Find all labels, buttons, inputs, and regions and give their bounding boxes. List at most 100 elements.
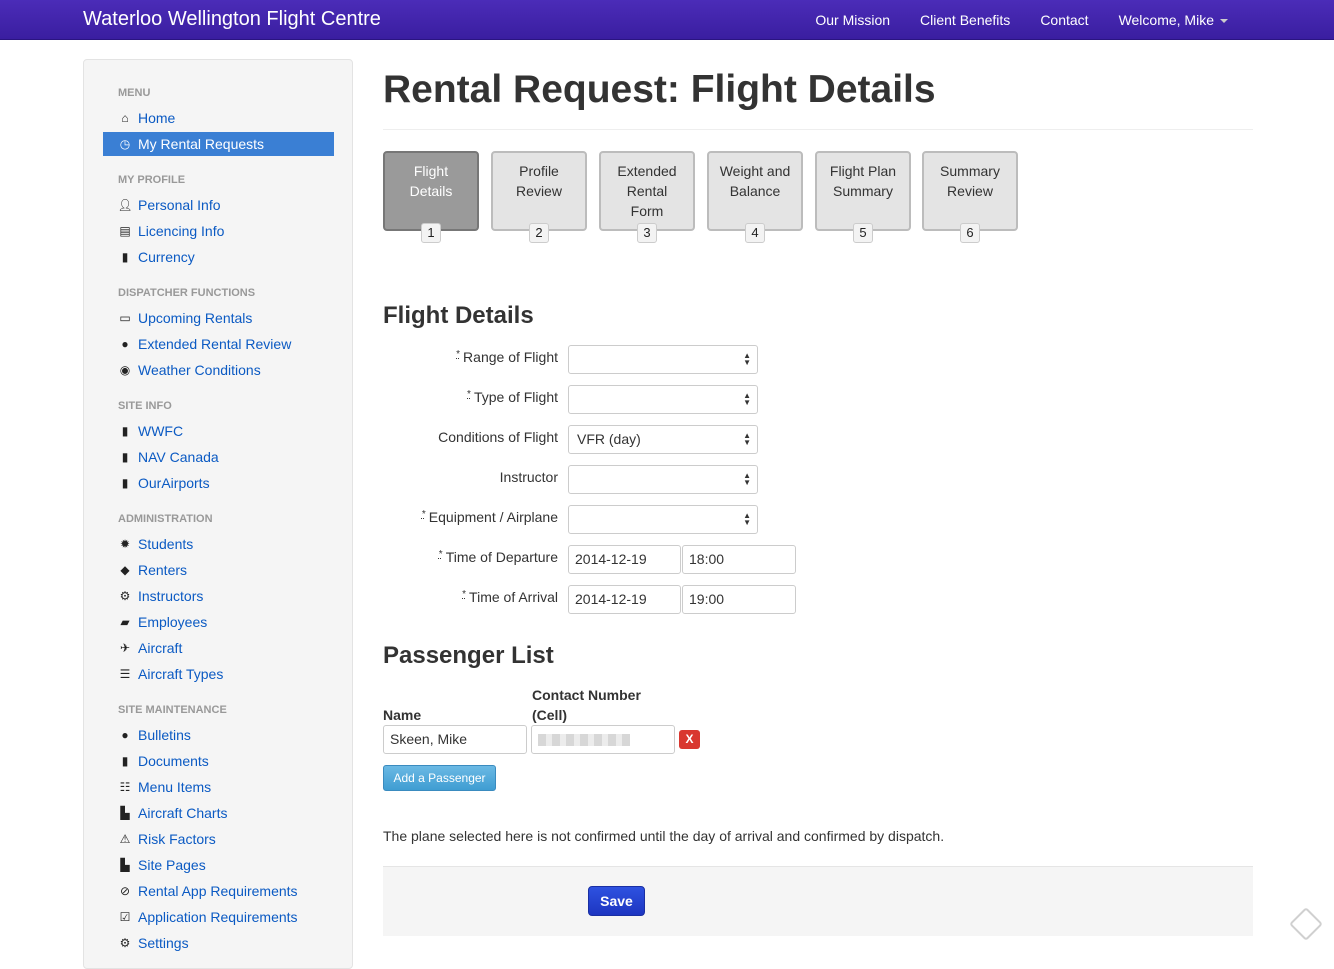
step-label-line: Balance [729,183,781,199]
step-label-line: Extended [617,163,677,179]
file-icon: ▙ [120,858,130,872]
sidebar-item-aircraft-charts[interactable]: ▙ Aircraft Charts [118,801,227,825]
redacted-phone [538,734,630,746]
sidebar-item-aircraft[interactable]: ✈ Aircraft [118,636,182,660]
sidebar-item-home[interactable]: ⌂ Home [118,106,175,130]
arrival-date-input[interactable]: 2014-12-19 [568,585,681,614]
certificate-icon: ✹ [119,537,131,551]
step-label-line: Summary [940,163,1000,179]
sidebar-item-documents[interactable]: ▮ Documents [118,749,209,773]
wizard-step-flight-plan-summary[interactable]: Flight Plan Summary 5 [815,151,911,243]
add-passenger-button[interactable]: Add a Passenger [383,765,496,791]
sidebar-item-nav-canada[interactable]: ▮ NAV Canada [118,445,219,469]
wizard-step-weight-and-balance[interactable]: Weight and Balance 4 [707,151,803,243]
departure-date-input[interactable]: 2014-12-19 [568,545,681,574]
required-marker: * [456,349,461,360]
step-label-line: Review [516,183,562,199]
sidebar-item-label: Extended Rental Review [138,336,292,352]
step-label-line: Summary [833,183,893,199]
sidebar-item-my-rental-requests[interactable]: ◷ My Rental Requests [103,132,334,156]
label-text: Time of Departure [445,549,558,565]
step-number: 4 [745,223,765,243]
conditions-of-flight-select[interactable]: VFR (day) ▲ ▼ [568,425,758,454]
title-divider [383,129,1253,130]
remove-passenger-button[interactable]: X [679,730,700,749]
step-label-line: Details [409,183,453,199]
sidebar-item-label: Upcoming Rentals [138,310,253,326]
save-button[interactable]: Save [588,886,645,916]
passenger-contact-input[interactable] [531,725,675,754]
sidebar-item-licencing-info[interactable]: ▤ Licencing Info [118,219,224,243]
sidebar-item-site-pages[interactable]: ▙ Site Pages [118,853,205,877]
select-arrows-icon: ▲ ▼ [743,471,751,487]
user-menu[interactable]: Welcome, Mike [1119,12,1228,28]
sidebar-item-employees[interactable]: ▰ Employees [118,610,207,634]
sidebar-item-upcoming-rentals[interactable]: ▭ Upcoming Rentals [118,306,252,330]
select-arrows-icon: ▲ ▼ [743,351,751,367]
instructor-select[interactable]: ▲ ▼ [568,465,758,494]
sidebar-item-label: WWFC [138,423,184,439]
plane-icon: ✈ [119,641,131,655]
sidebar-item-instructors[interactable]: ⚙ Instructors [118,584,204,608]
wizard-step-extended-rental-form[interactable]: Extended Rental Form 3 [599,151,695,243]
warning-sign-icon: ⚠ [119,832,131,846]
sidebar-item-wwfc[interactable]: ▮ WWFC [118,419,183,443]
sidebar-item-label: Bulletins [138,727,191,743]
step-label-line: Form [630,203,664,219]
sidebar-item-personal-info[interactable]: 👤︎ Personal Info [117,193,220,217]
feedback-icon[interactable] [1289,907,1323,941]
top-nav-links: Our Mission Client Benefits Contact Welc… [785,0,1228,40]
time-of-arrival-label: * Time of Arrival [383,589,558,605]
required-marker: * [438,549,443,560]
step-label-line: Rental [626,183,668,199]
label-text: Equipment / Airplane [428,509,558,525]
arrival-time-input[interactable]: 19:00 [682,585,796,614]
sidebar-item-extended-rental-review[interactable]: ● Extended Rental Review [118,332,291,356]
book-icon: ▮ [121,250,129,264]
sidebar-item-settings[interactable]: ⚙ Settings [118,931,189,955]
passenger-list-heading: Passenger List [383,642,554,669]
select-arrows-icon: ▲ ▼ [743,391,751,407]
tags-icon: ◆ [120,563,130,577]
departure-time-input[interactable]: 18:00 [682,545,796,574]
clock-icon: ◷ [119,137,131,151]
sidebar-item-label: Employees [138,614,208,630]
nav-our-mission[interactable]: Our Mission [815,12,890,28]
sidebar-item-weather-conditions[interactable]: ◉ Weather Conditions [118,358,261,382]
sidebar: MENU ⌂ Home ◷ My Rental Requests MY PROFIL… [83,59,353,969]
nav-client-benefits[interactable]: Client Benefits [920,12,1010,28]
required-marker: * [421,509,426,520]
sidebar-item-menu-items[interactable]: ☷ Menu Items [118,775,212,799]
wizard-step-profile-review[interactable]: Profile Review 2 [491,151,587,243]
sidebar-item-aircraft-types[interactable]: ☰ Aircraft Types [118,662,224,686]
contact-header-line: (Cell) [532,707,567,723]
sidebar-item-students[interactable]: ✹ Students [118,532,193,556]
sidebar-item-risk-factors[interactable]: ⚠ Risk Factors [118,827,216,851]
sidebar-item-label: Risk Factors [138,831,216,847]
sidebar-item-rental-app-requirements[interactable]: ⊘ Rental App Requirements [118,879,298,903]
range-of-flight-select[interactable]: ▲ ▼ [568,345,758,374]
brand-title[interactable]: Waterloo Wellington Flight Centre [83,8,381,31]
contact-header-line: Contact Number [532,687,641,703]
sidebar-item-label: Aircraft Charts [138,805,228,821]
sidebar-item-application-requirements[interactable]: ☑ Application Requirements [118,905,298,929]
folder-open-icon: ▰ [120,615,130,629]
required-marker: * [467,389,471,400]
type-of-flight-select[interactable]: ▲ ▼ [568,385,758,414]
wizard-step-flight-details[interactable]: Flight Details 1 [383,151,479,243]
passenger-name-input[interactable]: Skeen, Mike [383,725,527,754]
name-column-header: Name [383,707,422,723]
sidebar-item-currency[interactable]: ▮ Currency [118,245,195,269]
nav-contact[interactable]: Contact [1040,12,1088,28]
equipment-airplane-select[interactable]: ▲ ▼ [568,505,758,534]
list-alt-icon: ▤ [119,224,131,238]
sidebar-item-renters[interactable]: ◆ Renters [118,558,187,582]
sidebar-header-profile: MY PROFILE [118,174,186,186]
wizard-step-summary-review[interactable]: Summary Review 6 [922,151,1018,243]
step-label-line: Flight Plan [829,163,897,179]
sidebar-item-label: Currency [138,249,195,265]
sidebar-item-bulletins[interactable]: ● Bulletins [118,723,191,747]
sidebar-item-ourairports[interactable]: ▮ OurAirports [118,471,210,495]
select-value: VFR (day) [577,431,641,447]
sidebar-header-site-info: SITE INFO [118,400,172,412]
